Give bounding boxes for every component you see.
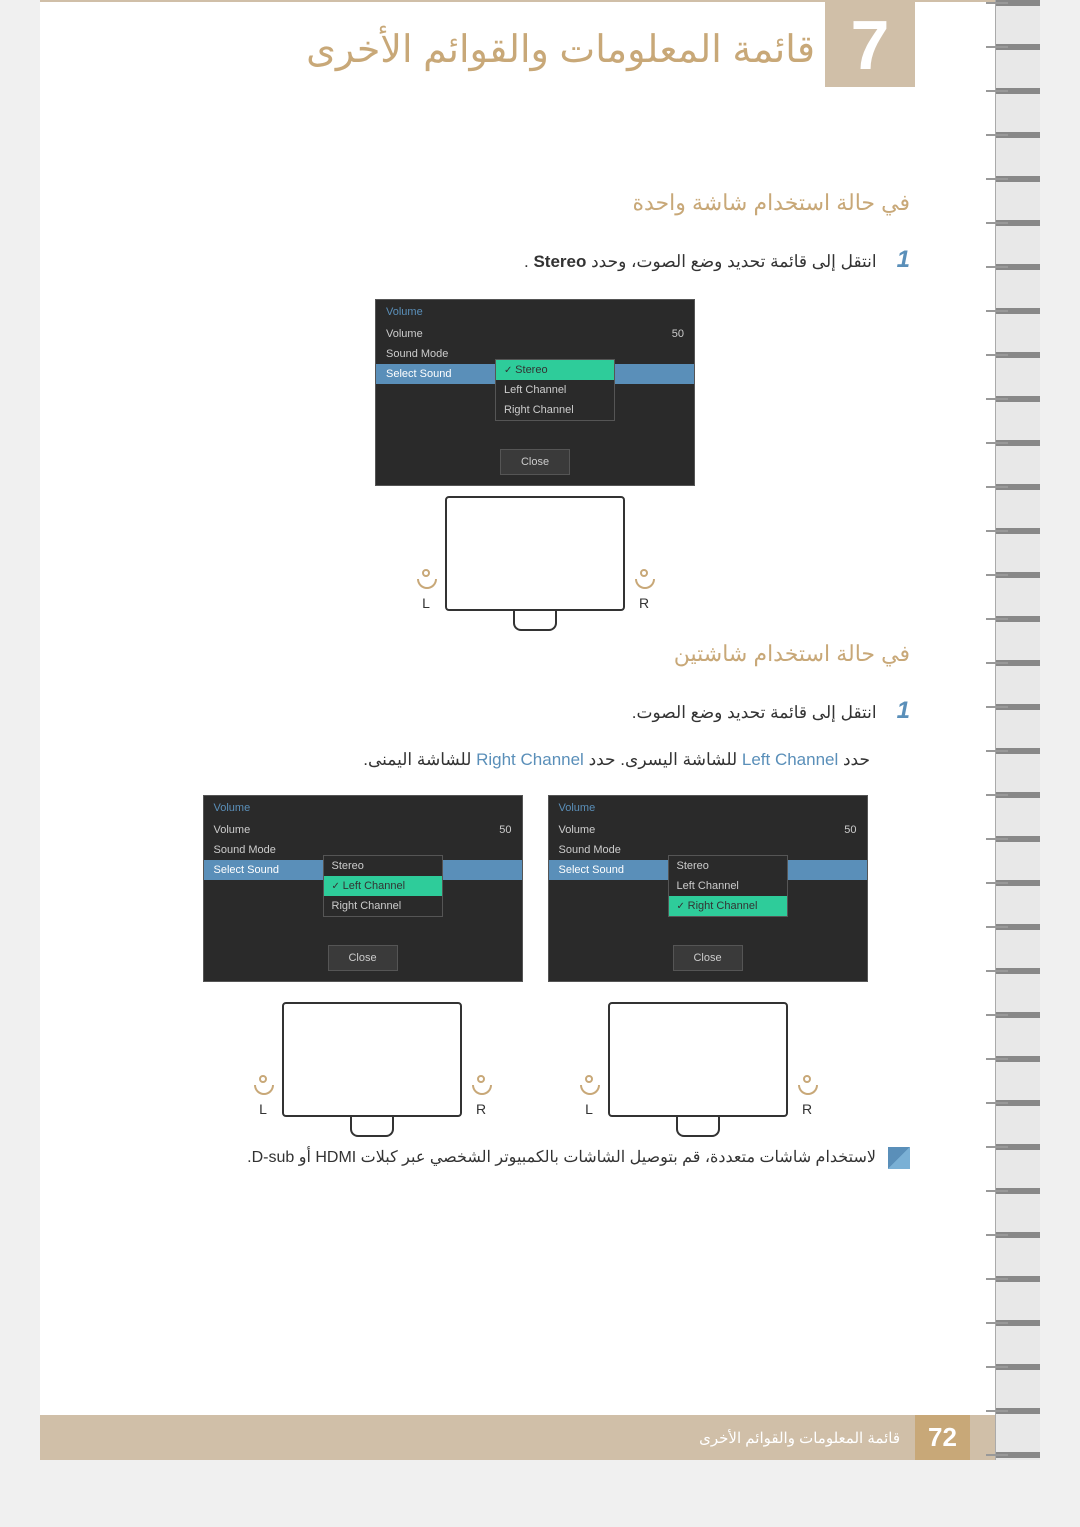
monitor-icon: [608, 1002, 788, 1117]
monitor-icon: [445, 496, 625, 611]
speaker-label-l: L: [422, 595, 430, 611]
step-text-prefix: انتقل إلى قائمة تحديد وضع الصوت، وحدد: [586, 252, 876, 271]
osd-option-left[interactable]: Left Channel: [496, 380, 614, 400]
speaker-icon: [417, 569, 435, 591]
speaker-left: L: [254, 1075, 272, 1117]
osd-header: Volume: [376, 300, 694, 324]
monitor-diagram-dual: L R L R: [160, 1002, 910, 1117]
content: في حالة استخدام شاشة واحدة 1 انتقل إلى ق…: [40, 100, 1040, 1169]
speaker-right: R: [472, 1075, 490, 1117]
speaker-left: L: [580, 1075, 598, 1117]
speaker-label-r: R: [476, 1101, 486, 1117]
osd-panel-single: Volume Volume 50 Sound Mode Select Sound…: [375, 299, 695, 486]
osd-volume-label: Volume: [214, 824, 251, 836]
osd-option-right[interactable]: Right Channel: [669, 896, 787, 916]
osd-option-stereo[interactable]: Stereo: [669, 856, 787, 876]
osd-submenu: Stereo Left Channel Right Channel: [323, 855, 443, 917]
step-description: حدد Left Channel للشاشة اليسرى. حدد Righ…: [160, 750, 910, 770]
speaker-icon: [798, 1075, 816, 1097]
footer-title: قائمة المعلومات والقوائم الأخرى: [699, 1429, 900, 1447]
desc-left-channel: Left Channel: [742, 750, 838, 769]
chapter-number-badge: 7: [825, 2, 915, 87]
dual-osd-panels: Volume Volume 50 Sound Mode Select Sound…: [160, 795, 910, 992]
step-text: انتقل إلى قائمة تحديد وضع الصوت.: [632, 703, 877, 723]
osd-close-button[interactable]: Close: [673, 945, 743, 971]
desc-part: للشاشة اليمنى.: [363, 750, 476, 769]
speaker-label-l: L: [259, 1101, 267, 1117]
osd-volume-value: 50: [844, 824, 856, 836]
step-row: 1 انتقل إلى قائمة تحديد وضع الصوت.: [160, 697, 910, 725]
osd-volume-row: Volume 50: [204, 820, 522, 840]
desc-part: للشاشة اليسرى. حدد: [584, 750, 742, 769]
note-icon: [888, 1147, 910, 1169]
speaker-label-l: L: [585, 1101, 593, 1117]
osd-header: Volume: [549, 796, 867, 820]
note-row: لاستخدام شاشات متعددة، قم بتوصيل الشاشات…: [160, 1147, 910, 1169]
osd-volume-row: Volume 50: [549, 820, 867, 840]
osd-volume-value: 50: [499, 824, 511, 836]
speaker-right: R: [635, 569, 653, 611]
section-title-dual: في حالة استخدام شاشتين: [160, 641, 910, 667]
osd-panel-right: Volume Volume 50 Sound Mode Select Sound…: [548, 795, 868, 992]
step-text-stereo: Stereo: [533, 252, 586, 271]
page: 7 قائمة المعلومات والقوائم الأخرى في حال…: [40, 0, 1040, 1460]
speaker-label-r: R: [802, 1101, 812, 1117]
spiral-binding: [995, 0, 1040, 1460]
header: 7 قائمة المعلومات والقوائم الأخرى: [40, 0, 1040, 100]
speaker-icon: [580, 1075, 598, 1097]
chapter-title: قائمة المعلومات والقوائم الأخرى: [306, 27, 815, 72]
step-row: 1 انتقل إلى قائمة تحديد وضع الصوت، وحدد …: [160, 246, 910, 274]
osd-volume-label: Volume: [386, 328, 423, 340]
osd-submenu: Stereo Left Channel Right Channel: [495, 359, 615, 421]
osd-panel-left: Volume Volume 50 Sound Mode Select Sound…: [203, 795, 523, 992]
step-text: انتقل إلى قائمة تحديد وضع الصوت، وحدد St…: [524, 252, 877, 272]
section-title-single: في حالة استخدام شاشة واحدة: [160, 190, 910, 216]
note-text: لاستخدام شاشات متعددة، قم بتوصيل الشاشات…: [247, 1147, 876, 1167]
osd-header: Volume: [204, 796, 522, 820]
osd-option-left[interactable]: Left Channel: [324, 876, 442, 896]
osd-option-right[interactable]: Right Channel: [496, 400, 614, 420]
monitor-diagram-single: L R: [160, 496, 910, 611]
speaker-icon: [254, 1075, 272, 1097]
speaker-icon: [635, 569, 653, 591]
osd-option-stereo[interactable]: Stereo: [496, 360, 614, 380]
osd-volume-label: Volume: [559, 824, 596, 836]
desc-part: حدد: [838, 750, 870, 769]
osd-close-button[interactable]: Close: [328, 945, 398, 971]
step-number: 1: [897, 697, 910, 725]
osd-submenu: Stereo Left Channel Right Channel: [668, 855, 788, 917]
step-number: 1: [897, 246, 910, 274]
speaker-label-r: R: [639, 595, 649, 611]
speaker-right: R: [798, 1075, 816, 1117]
osd-volume-row: Volume 50: [376, 324, 694, 344]
desc-right-channel: Right Channel: [476, 750, 584, 769]
monitor-icon: [282, 1002, 462, 1117]
footer: قائمة المعلومات والقوائم الأخرى 72: [40, 1415, 1040, 1460]
osd-option-right[interactable]: Right Channel: [324, 896, 442, 916]
osd-option-left[interactable]: Left Channel: [669, 876, 787, 896]
osd-close-button[interactable]: Close: [500, 449, 570, 475]
osd-volume-value: 50: [672, 328, 684, 340]
speaker-left: L: [417, 569, 435, 611]
speaker-icon: [472, 1075, 490, 1097]
osd-option-stereo[interactable]: Stereo: [324, 856, 442, 876]
footer-page-number: 72: [915, 1415, 970, 1460]
